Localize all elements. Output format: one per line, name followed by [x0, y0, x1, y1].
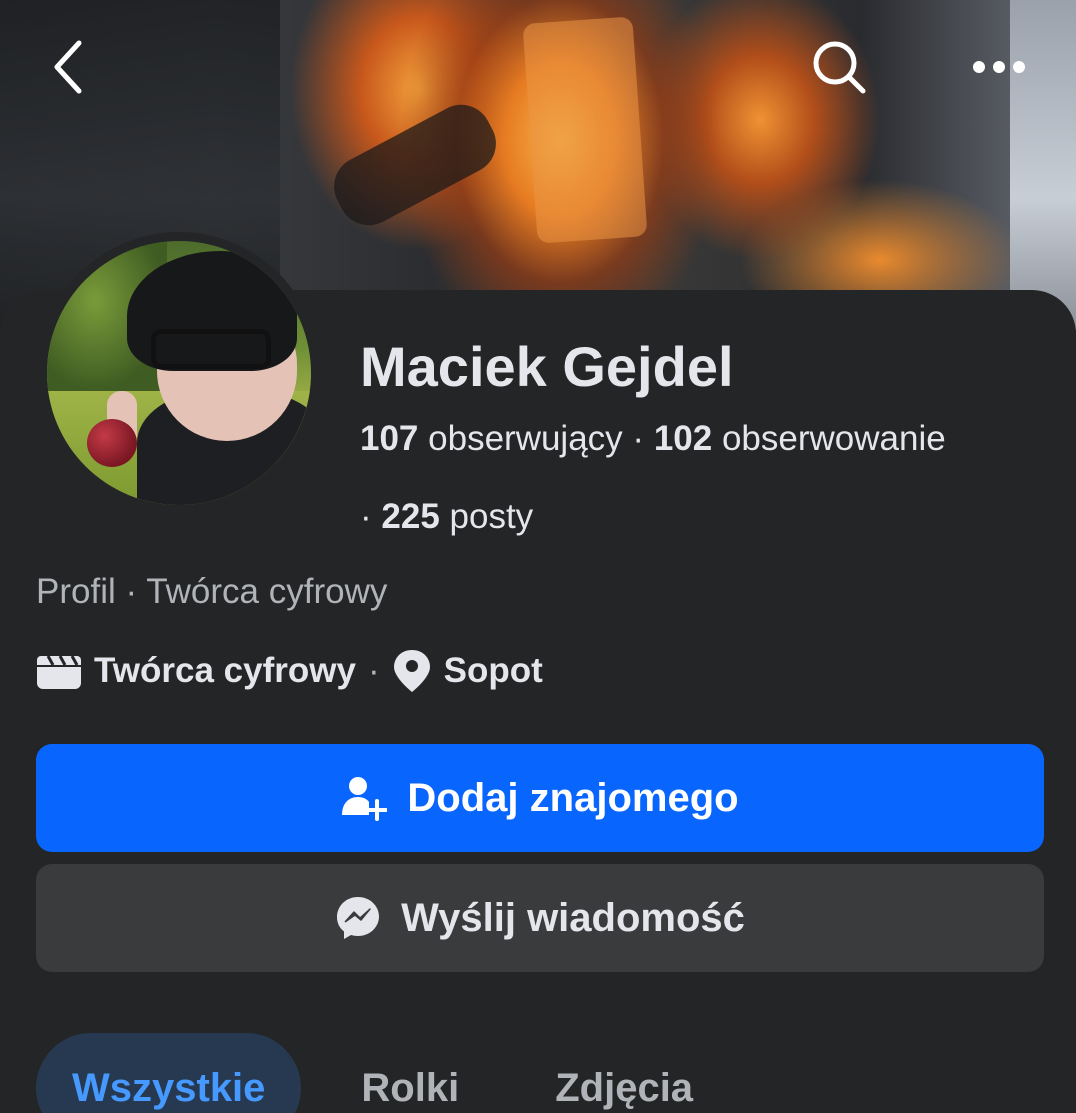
- chevron-left-icon: [54, 40, 82, 94]
- profile-stats: 107 obserwujący · 102 obserwowanie: [360, 414, 1060, 464]
- profile-posts: · 225 posty: [360, 492, 533, 542]
- profile-tabs: Wszystkie Rolki Zdjęcia: [36, 1033, 729, 1113]
- posts-label: posty: [449, 497, 534, 536]
- more-horizontal-icon: [973, 61, 1025, 73]
- details-separator: ·: [367, 651, 380, 690]
- avatar-glasses: [151, 329, 271, 369]
- back-button[interactable]: [34, 32, 104, 102]
- profile-subtitle: Profil · Twórca cyfrowy: [36, 572, 388, 611]
- stats-separator: ·: [632, 419, 645, 458]
- send-message-label: Wyślij wiadomość: [401, 895, 745, 940]
- following-count[interactable]: 102: [654, 419, 712, 458]
- search-icon: [813, 41, 866, 94]
- profile-page: Maciek Gejdel 107 obserwujący · 102 obse…: [0, 0, 1076, 1113]
- add-friend-label: Dodaj znajomego: [407, 775, 739, 820]
- map-pin-icon: [392, 648, 432, 694]
- clapperboard-icon: [36, 652, 82, 690]
- posts-count: 225: [381, 497, 440, 536]
- tab-photos[interactable]: Zdjęcia: [519, 1033, 729, 1113]
- location-label[interactable]: Sopot: [444, 651, 543, 691]
- profile-name: Maciek Gejdel: [360, 335, 734, 398]
- more-options-button[interactable]: [964, 32, 1034, 102]
- send-message-button[interactable]: Wyślij wiadomość: [36, 864, 1044, 972]
- category-label: Twórca cyfrowy: [94, 651, 356, 690]
- tab-reels[interactable]: Rolki: [325, 1033, 495, 1113]
- avatar[interactable]: [38, 232, 320, 514]
- messenger-icon: [335, 895, 381, 941]
- following-label[interactable]: obserwowanie: [722, 419, 946, 458]
- cover-photo-fire: [522, 16, 648, 244]
- search-button[interactable]: [804, 32, 874, 102]
- avatar-apple: [87, 419, 137, 467]
- stats-separator: ·: [360, 497, 372, 536]
- followers-label[interactable]: obserwujący: [428, 419, 623, 458]
- tab-all[interactable]: Wszystkie: [36, 1033, 302, 1113]
- add-friend-button[interactable]: Dodaj znajomego: [36, 744, 1044, 852]
- cover-photo-figure: [323, 94, 507, 236]
- followers-count[interactable]: 107: [360, 419, 418, 458]
- profile-details: Twórca cyfrowy · Sopot: [36, 644, 543, 698]
- person-add-icon: [341, 775, 388, 821]
- avatar-photo: [47, 241, 311, 505]
